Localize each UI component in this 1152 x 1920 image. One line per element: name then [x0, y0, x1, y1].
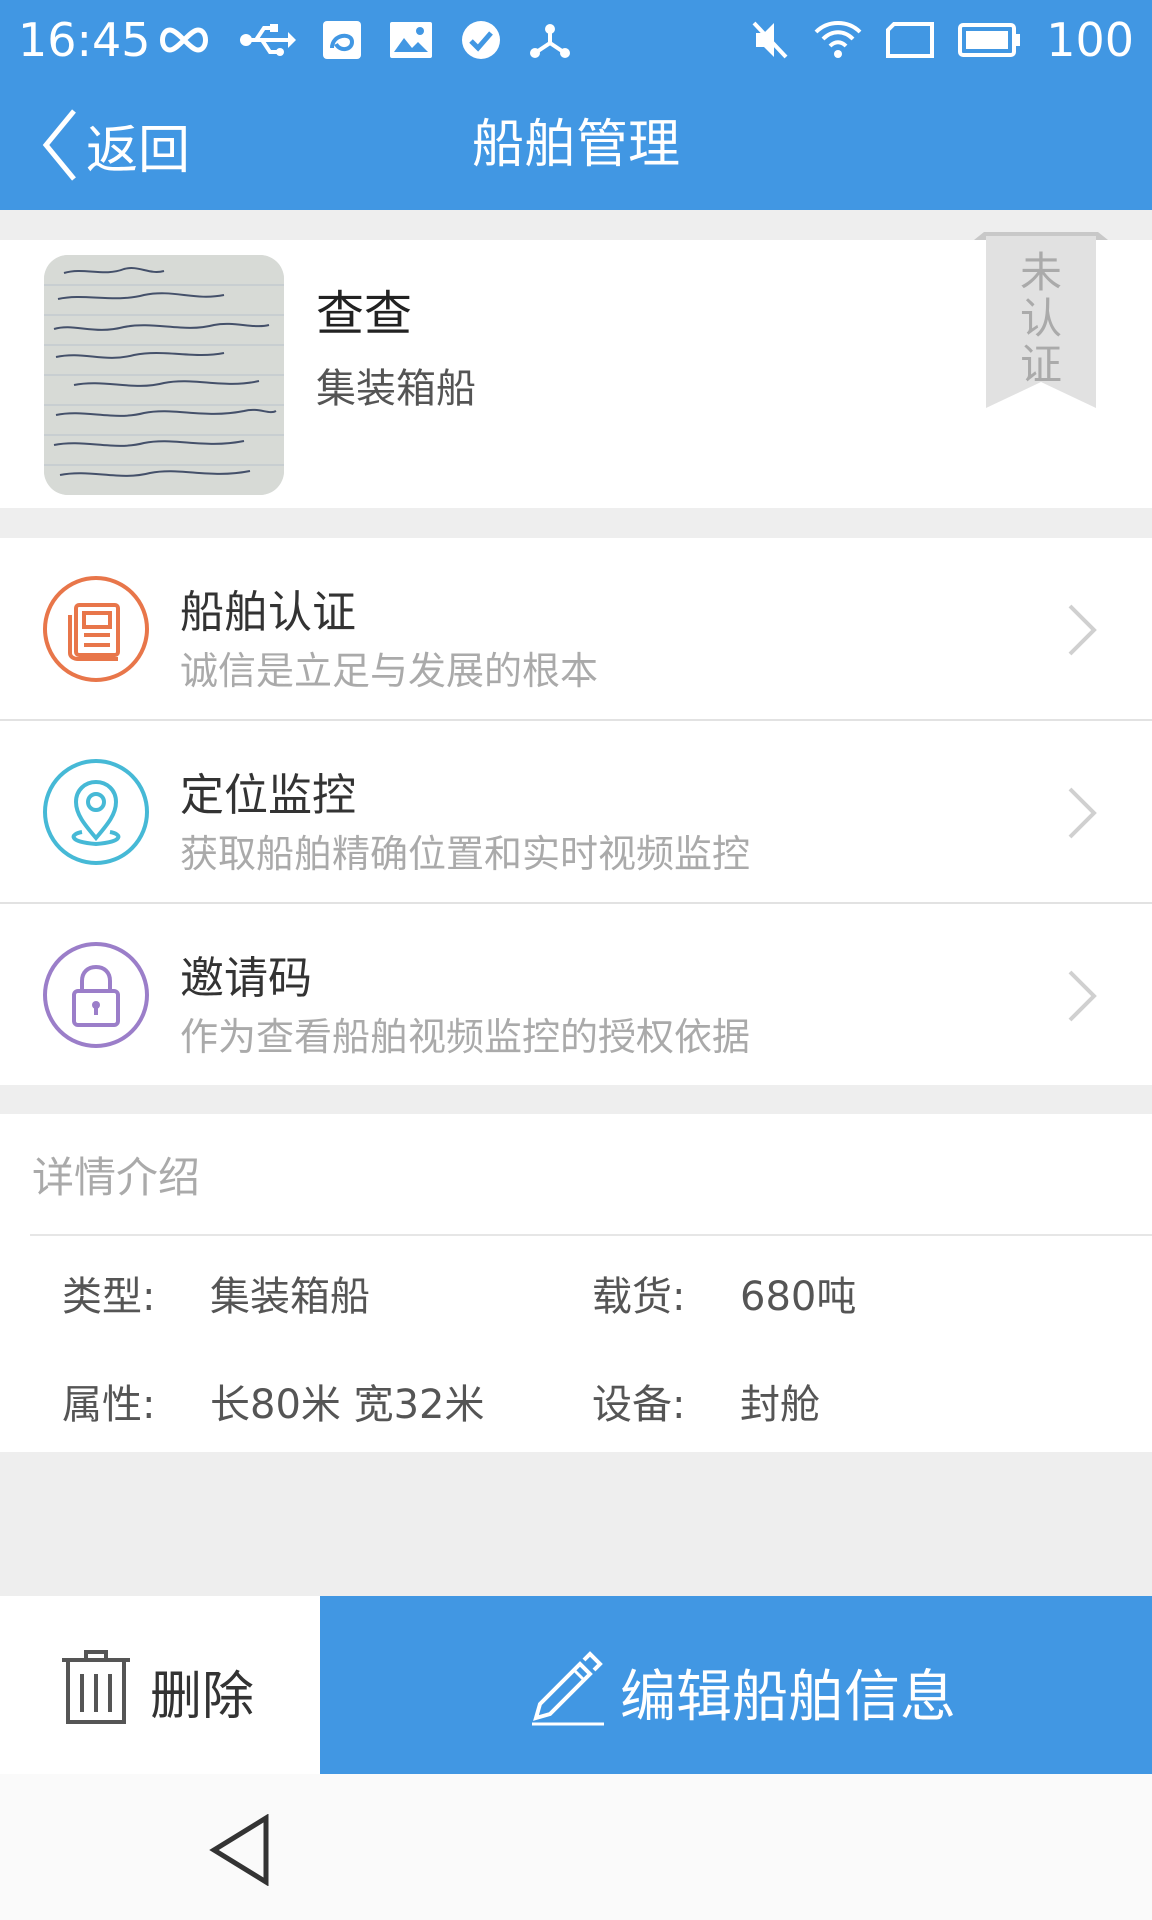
- detail-cargo-label: 载货:: [592, 1274, 686, 1320]
- details-divider: [30, 1234, 1152, 1236]
- detail-equipment-label: 设备:: [592, 1382, 686, 1428]
- ship-photo[interactable]: [44, 255, 284, 495]
- system-back-icon[interactable]: [208, 1814, 272, 1886]
- mute-icon: [752, 21, 788, 59]
- location-pin-icon: [43, 759, 149, 865]
- system-navigation-bar: [0, 1774, 1152, 1920]
- chevron-right-icon: [1068, 970, 1097, 1022]
- certification-status-text: 未认证: [1019, 248, 1062, 389]
- status-left-icons: [156, 12, 572, 68]
- details-section: 详情介绍 类型: 集装箱船 载货: 680吨 属性: 长80米 宽32米 设备:…: [0, 1114, 1152, 1452]
- wifi-icon: [814, 21, 862, 58]
- detail-type-value: 集装箱船: [210, 1274, 370, 1320]
- menu-item-subtitle: 获取船舶精确位置和实时视频监控: [180, 832, 751, 876]
- menu-item-invite-code[interactable]: 邀请码 作为查看船舶视频监控的授权依据: [0, 904, 1152, 1085]
- share-network-icon: [530, 24, 570, 58]
- trash-icon: [62, 1650, 130, 1724]
- back-label: 返回: [86, 120, 191, 181]
- nav-bar: 船舶管理 返回: [0, 80, 1152, 210]
- delete-label: 删除: [150, 1667, 255, 1727]
- detail-cargo-value: 680吨: [740, 1274, 857, 1320]
- rotate-icon: [886, 22, 935, 58]
- edit-label: 编辑船舶信息: [620, 1665, 956, 1730]
- detail-equipment-value: 封舱: [740, 1382, 820, 1428]
- ship-profile-card[interactable]: 查查 集装箱船 未认证: [0, 232, 1152, 508]
- ship-name: 查查: [316, 286, 413, 342]
- detail-attributes-label: 属性:: [62, 1382, 156, 1428]
- menu-item-title: 邀请码: [180, 953, 312, 1004]
- details-header: 详情介绍: [32, 1153, 201, 1202]
- menu-item-ship-certification[interactable]: 船舶认证 诚信是立足与发展的根本: [0, 538, 1152, 721]
- status-right-icons: 100: [750, 12, 1134, 68]
- menu-item-title: 定位监控: [180, 770, 356, 821]
- usb-icon: [240, 24, 296, 56]
- detail-type-label: 类型:: [62, 1274, 156, 1320]
- detail-attributes-value: 长80米 宽32米: [210, 1382, 485, 1428]
- image-icon: [390, 22, 432, 58]
- edit-ship-info-button[interactable]: 编辑船舶信息: [320, 1596, 1152, 1774]
- handwritten-note-image: [44, 255, 284, 495]
- lock-icon: [43, 942, 149, 1048]
- certificate-document-icon: [43, 576, 149, 682]
- status-bar: 16:45 100: [0, 0, 1152, 80]
- battery-level: 100: [1046, 13, 1134, 67]
- menu-item-subtitle: 作为查看船舶视频监控的授权依据: [180, 1015, 751, 1059]
- certification-status-ribbon: 未认证: [974, 232, 1108, 408]
- delete-button[interactable]: 删除: [0, 1596, 320, 1774]
- menu-item-subtitle: 诚信是立足与发展的根本: [180, 649, 599, 693]
- browser-app-icon: [323, 21, 361, 59]
- feature-menu: 船舶认证 诚信是立足与发展的根本 定位监控 获取船舶精确位置和实时视频监控 邀请…: [0, 538, 1152, 1085]
- status-time: 16:45: [18, 13, 151, 67]
- chevron-right-icon: [1068, 787, 1097, 839]
- battery-icon: [958, 23, 1021, 57]
- bottom-action-bar: 删除 编辑船舶信息: [0, 1596, 1152, 1774]
- chevron-right-icon: [1068, 604, 1097, 656]
- pencil-icon: [532, 1651, 604, 1726]
- back-button[interactable]: 返回: [40, 98, 190, 192]
- check-circle-icon: [462, 21, 500, 59]
- menu-item-location-monitoring[interactable]: 定位监控 获取船舶精确位置和实时视频监控: [0, 721, 1152, 904]
- chevron-left-icon: [42, 109, 76, 181]
- menu-item-title: 船舶认证: [180, 587, 356, 638]
- ship-type: 集装箱船: [316, 366, 476, 412]
- infinity-icon: [160, 27, 208, 53]
